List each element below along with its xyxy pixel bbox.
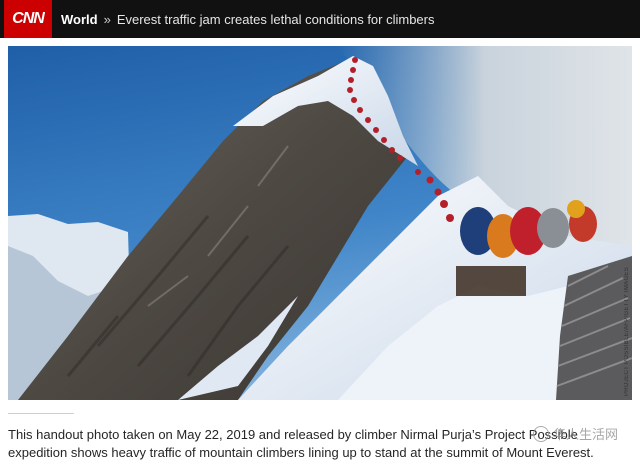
- top-nav-bar: CNN World » Everest traffic jam creates …: [0, 0, 640, 38]
- photo-credit: PROJECT POSSIBLE/AFP/GETTY IMAGES: [624, 266, 630, 396]
- cnn-logo[interactable]: CNN: [4, 0, 52, 38]
- cnn-logo-text: CNN: [12, 10, 45, 27]
- breadcrumb: World » Everest traffic jam creates leth…: [61, 12, 435, 27]
- section-link-world[interactable]: World: [61, 12, 98, 27]
- everest-climbers-image: [8, 46, 632, 400]
- breadcrumb-separator: »: [103, 11, 111, 27]
- watermark-logo-icon: [533, 425, 549, 442]
- article-photo: PROJECT POSSIBLE/AFP/GETTY IMAGES: [8, 46, 632, 400]
- article-headline: Everest traffic jam creates lethal condi…: [116, 11, 435, 27]
- site-watermark: 华人生活网: [533, 424, 618, 443]
- caption-divider: [8, 413, 74, 414]
- watermark-text: 华人生活网: [553, 428, 619, 443]
